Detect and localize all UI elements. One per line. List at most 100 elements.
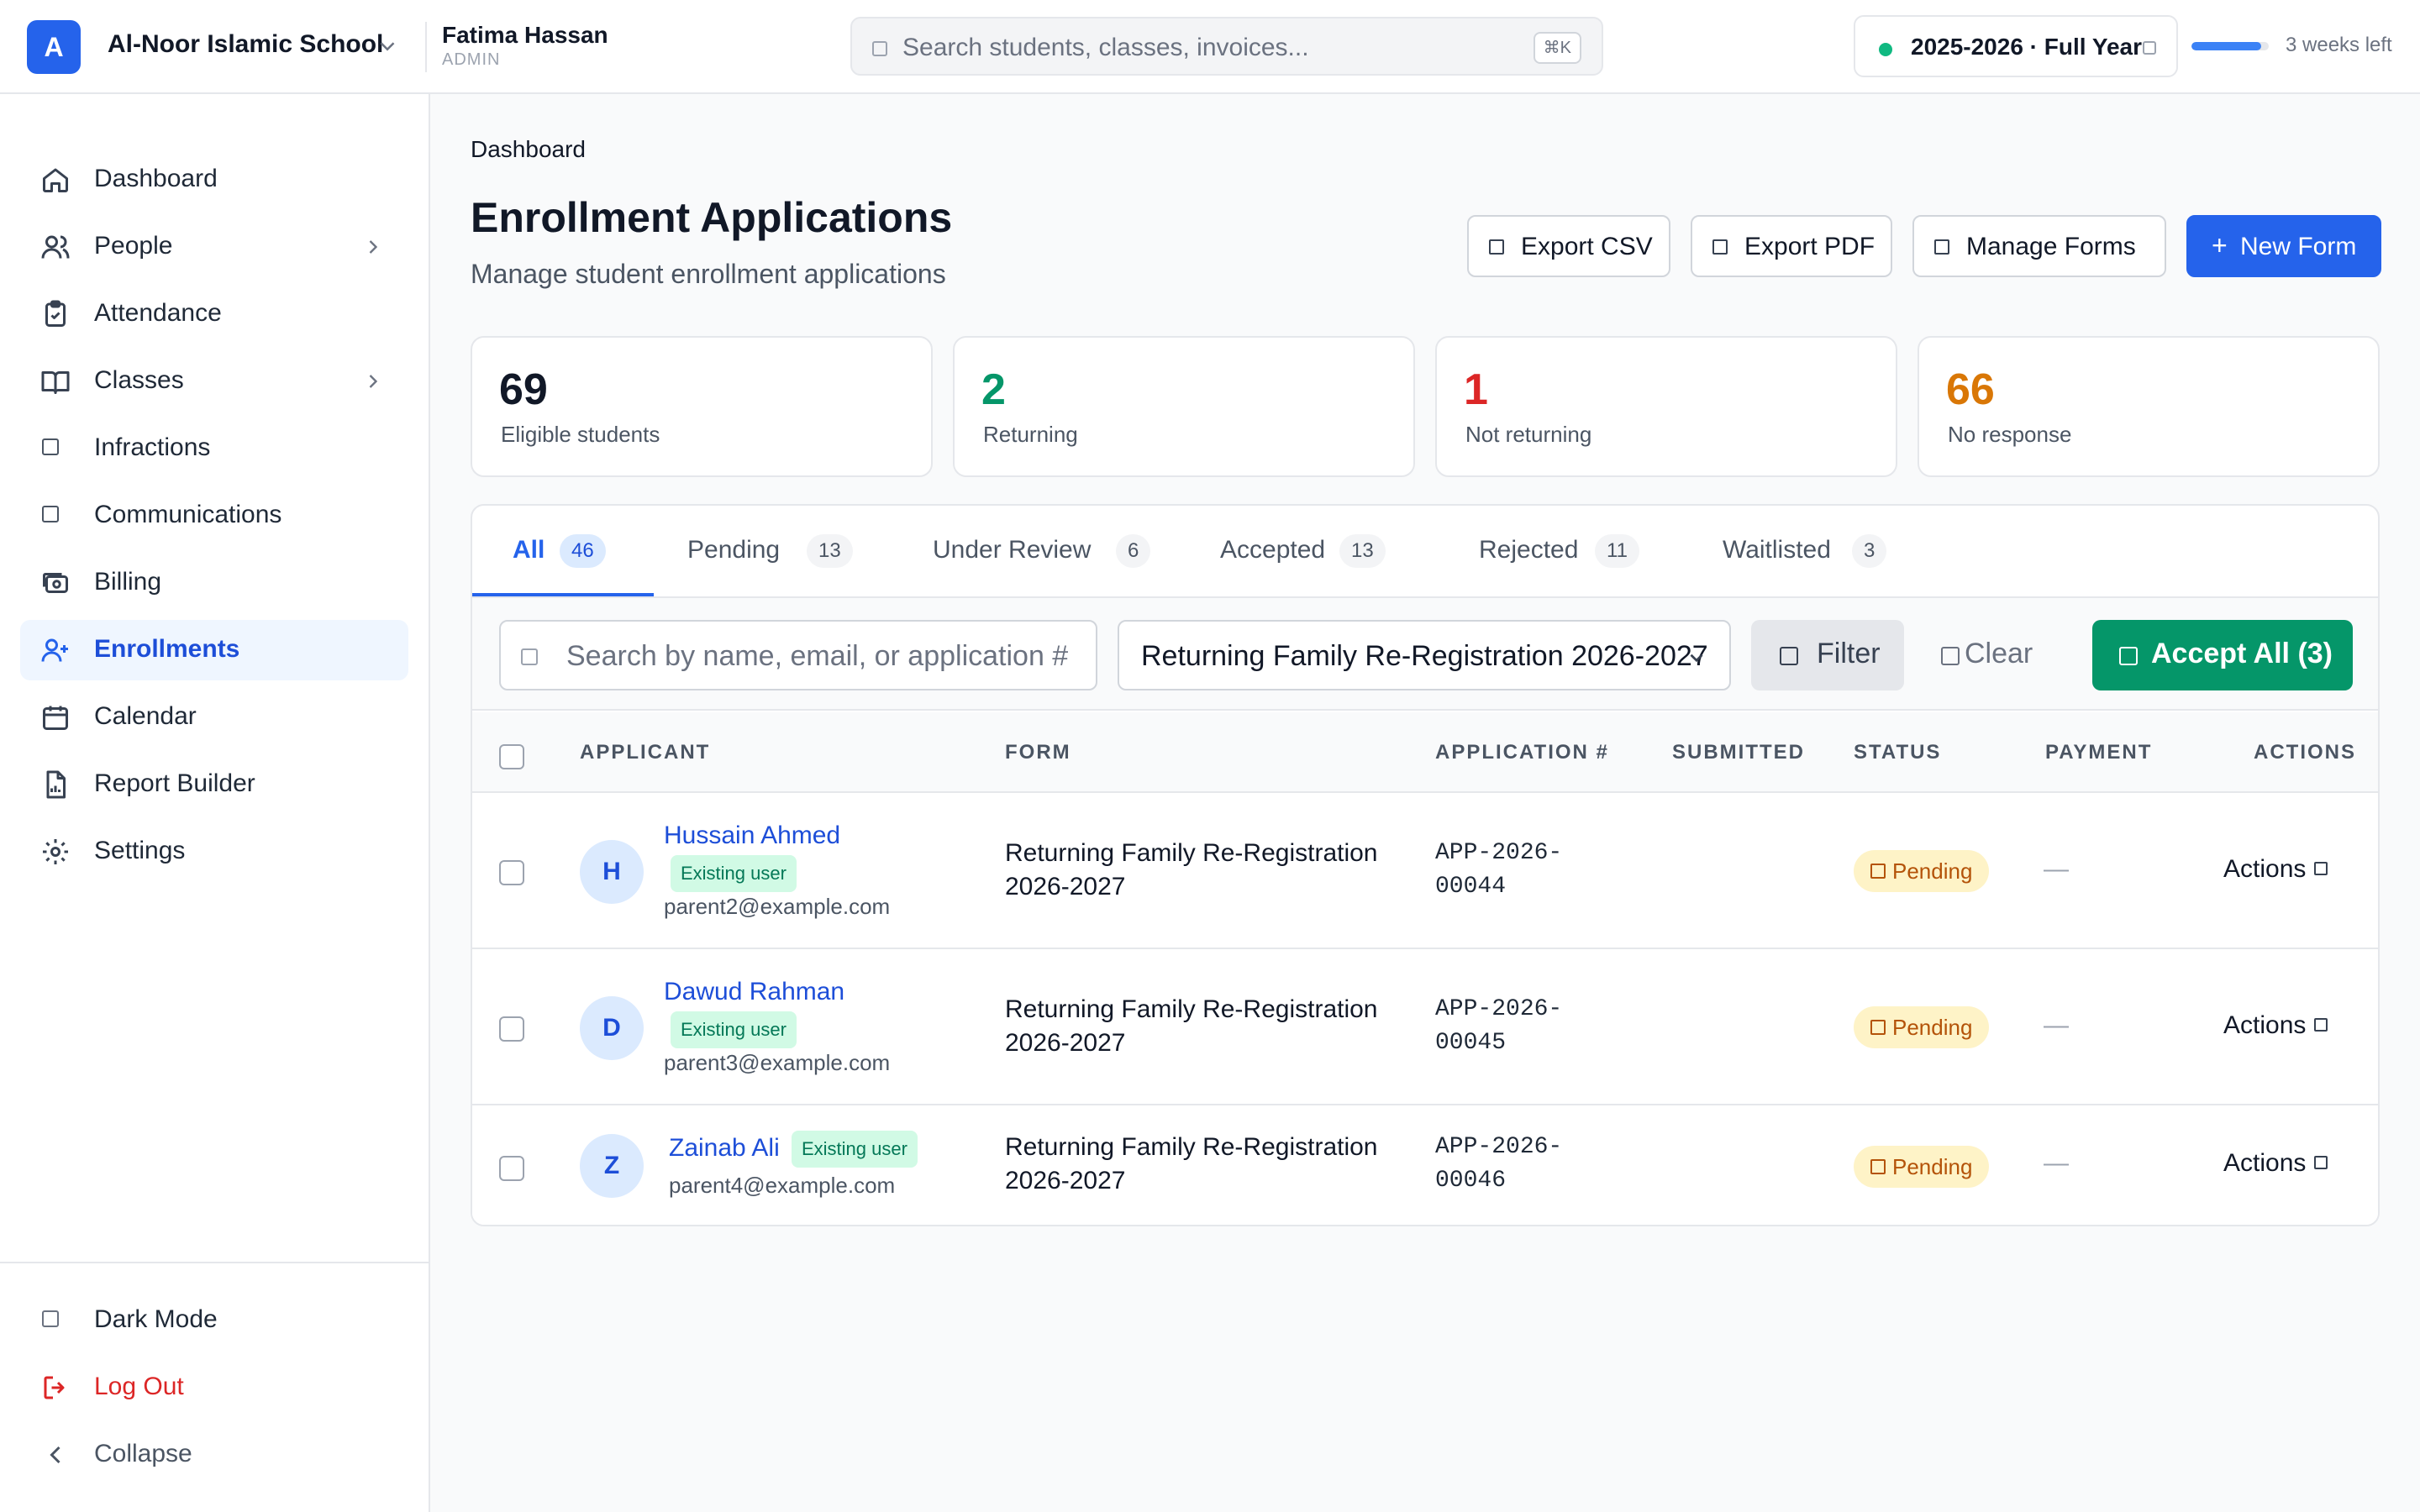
- manage-forms-label: Manage Forms: [1966, 233, 2136, 260]
- year-progress-bar: [2191, 42, 2269, 50]
- clear-button[interactable]: Clear: [1923, 620, 2070, 690]
- check-icon: [2119, 647, 2138, 665]
- existing-user-badge: Existing user: [792, 1131, 918, 1168]
- applicant-name-link[interactable]: Dawud Rahman: [664, 978, 844, 1006]
- sidebar-item-billing[interactable]: Billing: [20, 553, 408, 613]
- export-csv-button[interactable]: Export CSV: [1467, 215, 1670, 277]
- stat-card-eligible: 69 Eligible students: [471, 336, 933, 477]
- actions-label: Actions: [2223, 1149, 2307, 1177]
- forms-icon: [1934, 239, 1949, 255]
- sidebar-item-classes[interactable]: Classes: [20, 351, 408, 412]
- stat-label: No response: [1948, 422, 2072, 447]
- tab-under-review[interactable]: Under Review 6: [897, 506, 1192, 598]
- sidebar-item-label: Infractions: [94, 433, 211, 461]
- applicant-name-link[interactable]: Hussain Ahmed: [664, 822, 840, 850]
- tab-label: All: [513, 536, 545, 564]
- row-checkbox[interactable]: [499, 1156, 524, 1181]
- clock-icon: [1870, 864, 1886, 879]
- table-row[interactable]: D Dawud Rahman Existing user parent3@exa…: [472, 949, 2378, 1105]
- collapse-sidebar-button[interactable]: Collapse: [20, 1425, 408, 1485]
- school-year-selector[interactable]: 2025-2026 · Full Year: [1854, 15, 2178, 77]
- logout-button[interactable]: Log Out: [20, 1357, 408, 1418]
- applicant-name-link[interactable]: Zainab Ali: [669, 1134, 780, 1163]
- dark-mode-toggle[interactable]: Dark Mode: [20, 1290, 408, 1351]
- sidebar-item-settings[interactable]: Settings: [20, 822, 408, 882]
- column-header-applicant[interactable]: APPLICANT: [580, 741, 710, 764]
- status-dot-icon: [1879, 43, 1892, 56]
- avatar: Z: [580, 1134, 644, 1198]
- stat-value: 2: [981, 365, 1006, 414]
- payment-value: —: [2044, 1011, 2069, 1039]
- tab-waitlisted[interactable]: Waitlisted 3: [1696, 506, 1965, 598]
- column-header-form[interactable]: FORM: [1005, 741, 1071, 764]
- sidebar-item-enrollments[interactable]: Enrollments: [20, 620, 408, 680]
- payment-value: —: [2044, 855, 2069, 883]
- column-header-status[interactable]: STATUS: [1854, 741, 1941, 764]
- column-header-submitted[interactable]: SUBMITTED: [1672, 741, 1805, 764]
- tab-label: Pending: [687, 536, 781, 564]
- form-select-value: Returning Family Re-Registration 2026-20…: [1141, 640, 1708, 672]
- row-actions-button[interactable]: Actions: [2223, 1149, 2328, 1178]
- sidebar-item-calendar[interactable]: Calendar: [20, 687, 408, 748]
- table-row[interactable]: Z Zainab Ali Existing user parent4@examp…: [472, 1105, 2378, 1225]
- form-name: Returning Family Re-Registration 2026-20…: [1005, 995, 1378, 1057]
- filter-button[interactable]: Filter: [1751, 620, 1904, 690]
- download-icon: [1489, 239, 1504, 255]
- payment-value: —: [2044, 1149, 2069, 1177]
- page-title: Enrollment Applications: [471, 194, 953, 241]
- row-actions-button[interactable]: Actions: [2223, 855, 2328, 884]
- form-select[interactable]: Returning Family Re-Registration 2026-20…: [1118, 620, 1731, 690]
- square-icon: [42, 506, 59, 522]
- stat-label: Returning: [983, 422, 1078, 447]
- school-switcher-label[interactable]: Al-Noor Islamic School: [108, 30, 383, 59]
- tab-all[interactable]: All 46: [472, 506, 654, 598]
- collapse-label: Collapse: [94, 1440, 192, 1467]
- clock-icon: [1870, 1159, 1886, 1174]
- form-name: Returning Family Re-Registration 2026-20…: [1005, 839, 1378, 900]
- chevron-down-icon[interactable]: [375, 34, 400, 59]
- row-checkbox[interactable]: [499, 860, 524, 885]
- school-logo[interactable]: A: [27, 20, 81, 74]
- sidebar-item-label: Dashboard: [94, 165, 218, 192]
- chevron-right-icon: [369, 375, 378, 388]
- manage-forms-button[interactable]: Manage Forms: [1912, 215, 2166, 277]
- applications-search-input[interactable]: [566, 635, 1087, 677]
- accept-all-button[interactable]: Accept All (3): [2092, 620, 2353, 690]
- sidebar-item-label: Settings: [94, 837, 186, 864]
- column-header-payment[interactable]: PAYMENT: [2045, 741, 2152, 764]
- global-search-input[interactable]: Search students, classes, invoices... ⌘K: [850, 17, 1603, 76]
- filter-bar: Returning Family Re-Registration 2026-20…: [472, 598, 2378, 711]
- select-all-checkbox[interactable]: [499, 744, 524, 769]
- sidebar-item-attendance[interactable]: Attendance: [20, 284, 408, 344]
- sidebar-item-report-builder[interactable]: Report Builder: [20, 754, 408, 815]
- status-label: Pending: [1892, 858, 1973, 884]
- chevron-left-icon: [50, 1446, 60, 1464]
- row-actions-button[interactable]: Actions: [2223, 1011, 2328, 1040]
- sidebar-item-infractions[interactable]: Infractions: [20, 418, 408, 479]
- new-form-button[interactable]: + New Form: [2186, 215, 2381, 277]
- column-header-application-number[interactable]: APPLICATION #: [1435, 741, 1609, 764]
- tab-count-badge: 46: [560, 534, 606, 568]
- tab-accepted[interactable]: Accepted 13: [1192, 506, 1452, 598]
- sidebar: Dashboard People Attendance Classes Infr…: [0, 94, 430, 1512]
- search-icon: [521, 648, 538, 665]
- sidebar-item-label: Attendance: [94, 299, 222, 327]
- tab-rejected[interactable]: Rejected 11: [1452, 506, 1696, 598]
- sidebar-item-communications[interactable]: Communications: [20, 486, 408, 546]
- tab-count-badge: 6: [1116, 534, 1151, 568]
- applications-search[interactable]: [499, 620, 1097, 690]
- global-search-placeholder: Search students, classes, invoices...: [902, 34, 1309, 61]
- tab-pending[interactable]: Pending 13: [654, 506, 897, 598]
- export-pdf-button[interactable]: Export PDF: [1691, 215, 1892, 277]
- breadcrumb[interactable]: Dashboard: [471, 136, 586, 163]
- row-checkbox[interactable]: [499, 1016, 524, 1042]
- sidebar-item-people[interactable]: People: [20, 217, 408, 277]
- actions-label: Actions: [2223, 1011, 2307, 1039]
- existing-user-badge: Existing user: [671, 1011, 797, 1048]
- sidebar-item-dashboard[interactable]: Dashboard: [20, 150, 408, 210]
- table-row[interactable]: H Hussain Ahmed Existing user parent2@ex…: [472, 793, 2378, 949]
- time-left-label: 3 weeks left: [2286, 34, 2392, 56]
- plus-icon: +: [2212, 230, 2228, 260]
- sidebar-item-label: Calendar: [94, 702, 197, 730]
- user-plus-icon: [41, 638, 68, 662]
